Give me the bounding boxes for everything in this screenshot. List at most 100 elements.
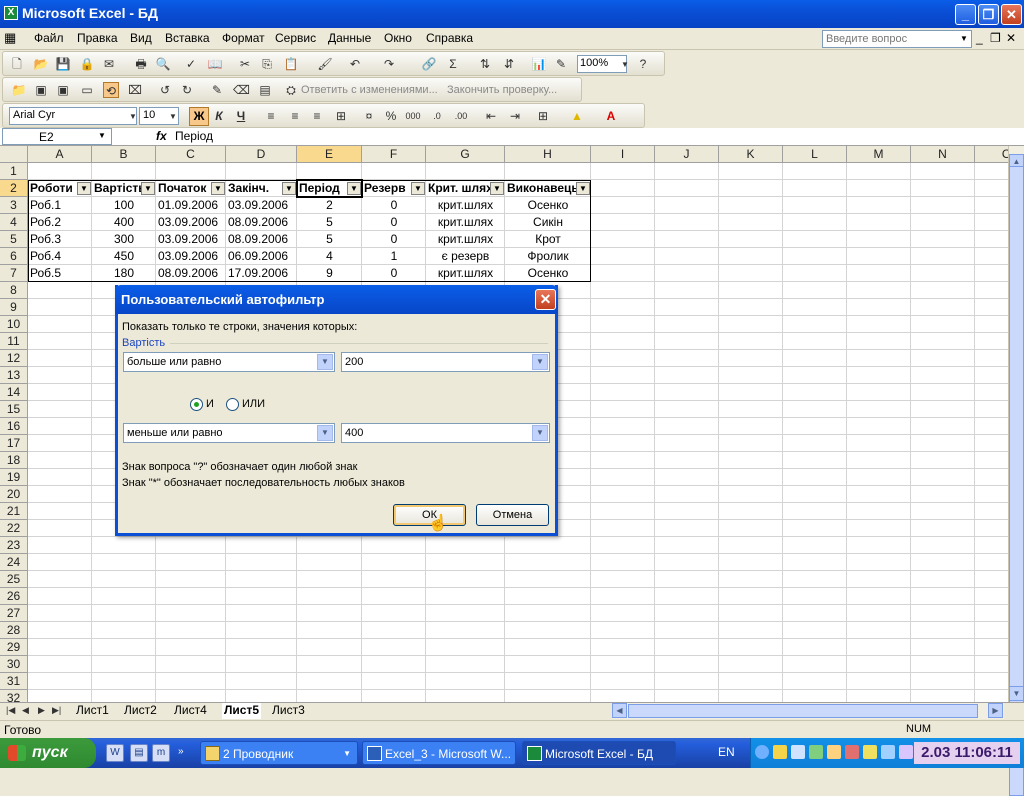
row-header[interactable]: 5 <box>0 231 28 248</box>
hyperlink-icon[interactable]: 🔗 <box>421 56 437 72</box>
review-icon[interactable]: ▣ <box>55 82 71 98</box>
name-box[interactable]: E2 <box>2 128 112 145</box>
scroll-down-icon[interactable]: ▼ <box>1009 686 1024 701</box>
antivirus-icon[interactable] <box>845 745 859 759</box>
row-header[interactable]: 7 <box>0 265 28 282</box>
row-header[interactable]: 22 <box>0 520 28 537</box>
printer-icon[interactable] <box>827 745 841 759</box>
row-header[interactable]: 1 <box>0 163 28 180</box>
help-icon[interactable]: ? <box>635 56 651 72</box>
prev-sheet-icon[interactable]: ◀ <box>22 705 29 716</box>
font-name-select[interactable]: Arial Cyr <box>9 107 137 125</box>
row-header[interactable]: 31 <box>0 673 28 690</box>
fx-icon[interactable]: fx <box>156 129 167 143</box>
and-label[interactable]: И <box>206 398 214 410</box>
save-icon[interactable]: 💾 <box>55 56 71 72</box>
column-header[interactable]: A <box>28 146 92 163</box>
row-header[interactable]: 30 <box>0 656 28 673</box>
permission-icon[interactable]: 🔒 <box>79 56 95 72</box>
print-icon[interactable]: 🖶 <box>133 56 149 72</box>
print-preview-icon[interactable]: 🔍 <box>155 56 171 72</box>
row-header[interactable]: 19 <box>0 469 28 486</box>
email-icon[interactable]: ✉ <box>101 56 117 72</box>
column-header[interactable]: L <box>783 146 847 163</box>
column-header[interactable]: K <box>719 146 783 163</box>
comment-icon[interactable]: ▭ <box>79 82 95 98</box>
workbook-icon[interactable]: ▦ <box>4 30 16 46</box>
row-header[interactable]: 12 <box>0 350 28 367</box>
condition1-value-input[interactable]: 200 ▼ <box>341 352 550 372</box>
tab-sheet3[interactable]: Лист3 <box>272 703 305 719</box>
column-header[interactable]: O <box>975 146 1008 163</box>
dialog-close-button[interactable]: ✕ <box>535 289 556 310</box>
refresh-icon[interactable]: ↻ <box>179 82 195 98</box>
column-header[interactable]: B <box>92 146 156 163</box>
chevron-down-icon[interactable]: ▼ <box>98 131 106 140</box>
tab-sheet5[interactable]: Лист5 <box>222 703 262 719</box>
decrease-indent-icon[interactable]: ⇤ <box>483 108 499 124</box>
menu-file[interactable]: Файл <box>34 31 64 45</box>
increase-indent-icon[interactable]: ⇥ <box>507 108 523 124</box>
column-header[interactable]: H <box>505 146 591 163</box>
reply-with-changes[interactable]: Ответить с изменениями... <box>301 84 438 96</box>
increase-decimal-icon[interactable]: .0 <box>429 108 445 124</box>
condition2-value-input[interactable]: 400 ▼ <box>341 423 550 443</box>
redo-icon[interactable]: ↷ <box>381 56 397 72</box>
show-icon[interactable]: ▤ <box>257 82 273 98</box>
currency-icon[interactable]: ¤ <box>361 108 377 124</box>
task-word[interactable]: Excel_3 - Microsoft W... <box>362 741 516 765</box>
select-all-corner[interactable] <box>0 146 28 163</box>
scroll-right-icon[interactable]: ▶ <box>988 703 1003 718</box>
row-header[interactable]: 25 <box>0 571 28 588</box>
column-header[interactable]: C <box>156 146 226 163</box>
tab-sheet1[interactable]: Лист1 <box>76 703 109 719</box>
column-header[interactable]: G <box>426 146 505 163</box>
row-header[interactable]: 15 <box>0 401 28 418</box>
borders-icon[interactable]: ⊞ <box>535 108 551 124</box>
chevron-down-icon[interactable]: ▼ <box>532 354 548 370</box>
restore-button[interactable]: ❐ <box>978 4 999 25</box>
notepad-icon[interactable]: ▤ <box>130 744 148 762</box>
column-header[interactable]: D <box>226 146 297 163</box>
menu-window[interactable]: Окно <box>384 31 412 45</box>
or-label[interactable]: ИЛИ <box>242 398 265 410</box>
autosum-icon[interactable]: Σ <box>445 56 461 72</box>
or-radio[interactable] <box>226 398 239 411</box>
research-icon[interactable]: 📖 <box>207 56 223 72</box>
messenger-icon[interactable]: m <box>152 744 170 762</box>
accept-icon[interactable]: ⌧ <box>127 82 143 98</box>
paste-icon[interactable]: 📋 <box>283 56 299 72</box>
thousands-icon[interactable]: 000 <box>405 108 421 124</box>
condition1-operator-select[interactable]: больше или равно ▼ <box>123 352 335 372</box>
doc-close-button[interactable]: ✕ <box>1006 31 1016 45</box>
doc-minimize-button[interactable]: _ <box>976 31 983 45</box>
row-header[interactable]: 3 <box>0 197 28 214</box>
row-header[interactable]: 8 <box>0 282 28 299</box>
column-header[interactable]: F <box>362 146 426 163</box>
delete-icon[interactable]: ⌫ <box>233 82 250 98</box>
first-sheet-icon[interactable]: |◀ <box>6 705 15 716</box>
task-excel[interactable]: Microsoft Excel - БД <box>522 741 676 765</box>
tab-sheet4[interactable]: Лист4 <box>174 703 207 719</box>
column-header[interactable]: J <box>655 146 719 163</box>
row-header[interactable]: 4 <box>0 214 28 231</box>
reject-icon[interactable]: ↺ <box>157 82 173 98</box>
hscroll-thumb[interactable] <box>628 704 978 718</box>
underline-button[interactable]: Ч <box>233 108 249 124</box>
row-header[interactable]: 28 <box>0 622 28 639</box>
menu-edit[interactable]: Правка <box>77 31 118 45</box>
next-sheet-icon[interactable]: ▶ <box>38 705 45 716</box>
open-icon[interactable]: 📂 <box>33 56 49 72</box>
messenger-icon[interactable] <box>755 745 769 759</box>
chevron-down-icon[interactable]: ▼ <box>165 109 181 125</box>
end-review[interactable]: Закончить проверку... <box>447 84 557 96</box>
column-header[interactable]: N <box>911 146 975 163</box>
formula-input[interactable]: Період <box>175 129 213 143</box>
review-icon[interactable]: ▣ <box>33 82 49 98</box>
align-right-icon[interactable]: ≡ <box>309 108 325 124</box>
italic-button[interactable]: К <box>211 108 227 124</box>
row-header[interactable]: 14 <box>0 384 28 401</box>
and-radio[interactable] <box>190 398 203 411</box>
minimize-button[interactable]: _ <box>955 4 976 25</box>
row-header[interactable]: 6 <box>0 248 28 265</box>
